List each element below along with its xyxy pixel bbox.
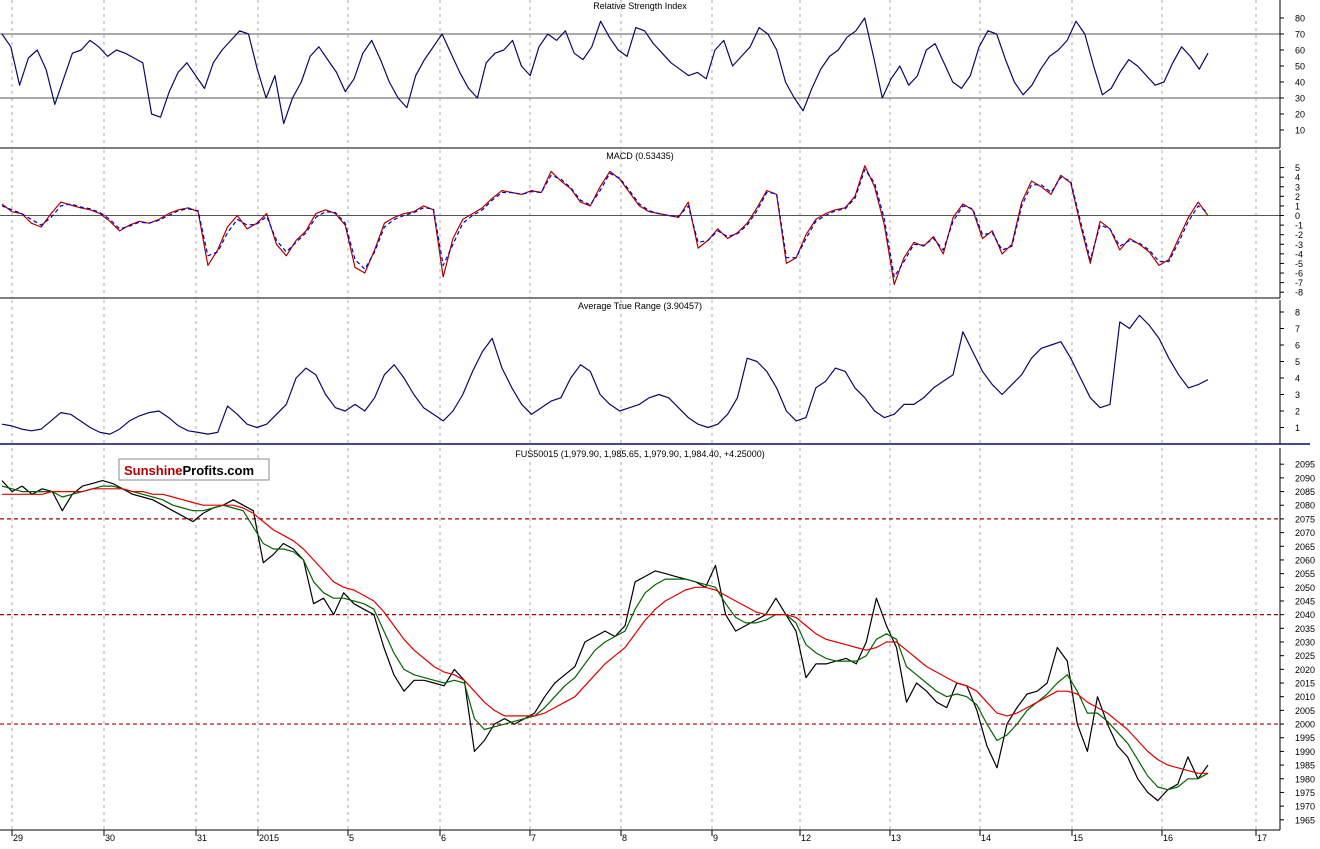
y-tick-label: 2030 [1295, 638, 1315, 648]
macd-title: MACD (0.53435) [606, 151, 674, 161]
fast-ma-line [1, 485, 1209, 791]
y-tick-label: 2090 [1295, 473, 1315, 483]
y-tick-label: 60 [1295, 46, 1305, 56]
y-tick-label: 4 [1295, 374, 1300, 384]
y-tick-label: 7 [1295, 324, 1300, 334]
y-tick-label: 3 [1295, 390, 1300, 400]
y-tick-label: 10 [1295, 126, 1305, 136]
y-tick-label: -7 [1295, 278, 1303, 288]
y-tick-label: 6 [1295, 341, 1300, 351]
x-tick-label: 13 [891, 833, 901, 843]
atr-title: Average True Range (3.90457) [578, 301, 702, 311]
logo-part-sunshine: Sunshine [124, 463, 183, 478]
y-tick-label: 70 [1295, 30, 1305, 40]
y-tick-label: 1970 [1295, 802, 1315, 812]
stock-chart: 1020304050607080Relative Strength Index5… [0, 0, 1315, 843]
y-tick-label: 2085 [1295, 487, 1315, 497]
y-tick-label: 5 [1295, 163, 1300, 173]
y-tick-label: 1990 [1295, 747, 1315, 757]
y-tick-label: 2055 [1295, 569, 1315, 579]
y-tick-label: 2050 [1295, 583, 1315, 593]
x-tick-label: 7 [531, 833, 536, 843]
y-tick-label: 2040 [1295, 610, 1315, 620]
y-tick-label: 2000 [1295, 720, 1315, 730]
rsi-title: Relative Strength Index [593, 1, 687, 11]
y-tick-label: 2025 [1295, 651, 1315, 661]
x-tick-label: 31 [197, 833, 207, 843]
macd-line [1, 165, 1209, 286]
y-tick-label: -3 [1295, 240, 1303, 250]
price-line [1, 480, 1209, 802]
macd-panel: 543210-1-2-3-4-5-6-7-8 MACD (0.53435) [0, 150, 1303, 299]
x-tick-label: 2015 [259, 833, 279, 843]
y-tick-label: 2020 [1295, 665, 1315, 675]
y-tick-label: 8 [1295, 308, 1300, 318]
y-tick-label: -1 [1295, 221, 1303, 231]
y-tick-label: 2 [1295, 407, 1300, 417]
y-tick-label: 3 [1295, 182, 1300, 192]
x-tick-label: 29 [13, 833, 23, 843]
atr-panel: 1 2 3 4 5 6 7 8 Average True Range (3.90457) [0, 300, 1300, 445]
y-tick-label: 40 [1295, 78, 1305, 88]
y-tick-label: 0 [1295, 211, 1300, 221]
y-tick-label: 1985 [1295, 761, 1315, 771]
y-tick-label: 2005 [1295, 706, 1315, 716]
y-tick-label: 5 [1295, 357, 1300, 367]
x-tick-label: 30 [105, 833, 115, 843]
x-tick-label: 17 [1257, 833, 1267, 843]
logo-part-profits: Profits [183, 463, 224, 478]
y-tick-label: 1 [1295, 423, 1300, 433]
y-tick-label: 20 [1295, 110, 1305, 120]
y-tick-label: 2035 [1295, 624, 1315, 634]
y-tick-label: -2 [1295, 230, 1303, 240]
atr-line [1, 314, 1209, 435]
y-tick-label: 2010 [1295, 692, 1315, 702]
y-tick-label: 1965 [1295, 815, 1315, 825]
y-tick-label: 1975 [1295, 788, 1315, 798]
sunshine-profits-logo: SunshineProfits.com [118, 458, 270, 481]
macd-signal-line [1, 168, 1209, 278]
y-tick-label: 2015 [1295, 679, 1315, 689]
y-tick-label: 1995 [1295, 733, 1315, 743]
y-tick-label: 2065 [1295, 542, 1315, 552]
y-tick-label: 2045 [1295, 596, 1315, 606]
price-title: FUS50015 (1,979.90, 1,985.65, 1,979.90, … [515, 449, 764, 459]
y-tick-label: 2080 [1295, 501, 1315, 511]
y-tick-label: 80 [1295, 14, 1305, 24]
x-tick-label: 15 [1073, 833, 1083, 843]
y-tick-label: 2075 [1295, 514, 1315, 524]
y-tick-label: -4 [1295, 249, 1303, 259]
y-tick-label: 2060 [1295, 555, 1315, 565]
x-tick-label: 5 [349, 833, 354, 843]
y-tick-label: -5 [1295, 259, 1303, 269]
y-tick-label: 30 [1295, 94, 1305, 104]
x-tick-label: 6 [441, 833, 446, 843]
y-tick-label: 2095 [1295, 460, 1315, 470]
y-tick-label: 1 [1295, 201, 1300, 211]
logo-part-com: .com [224, 463, 254, 478]
chart-window: 10 20 30 40 50 60 70 80 Relative Strength Index 5… [0, 0, 1320, 844]
y-tick-label: 4 [1295, 173, 1300, 183]
x-tick-label: 12 [801, 833, 811, 843]
x-tick-label: 14 [981, 833, 991, 843]
y-tick-label: -8 [1295, 288, 1303, 298]
y-tick-label: 50 [1295, 62, 1305, 72]
svg-text:SunshineProfits.com: SunshineProfits.com [124, 463, 254, 478]
y-tick-label: 1980 [1295, 774, 1315, 784]
y-tick-label: 2070 [1295, 528, 1315, 538]
price-panel: 2095 2090 2085 2080 2075 2070 2065 2060 2055 2050… [0, 448, 1315, 831]
x-tick-label: 9 [713, 833, 718, 843]
y-tick-label: -6 [1295, 269, 1303, 279]
x-tick-label: 16 [1163, 833, 1173, 843]
rsi-panel: 10 20 30 40 50 60 70 80 Relative Strength Index [0, 0, 1305, 149]
y-tick-label: 2 [1295, 192, 1300, 202]
x-tick-label: 8 [622, 833, 627, 843]
